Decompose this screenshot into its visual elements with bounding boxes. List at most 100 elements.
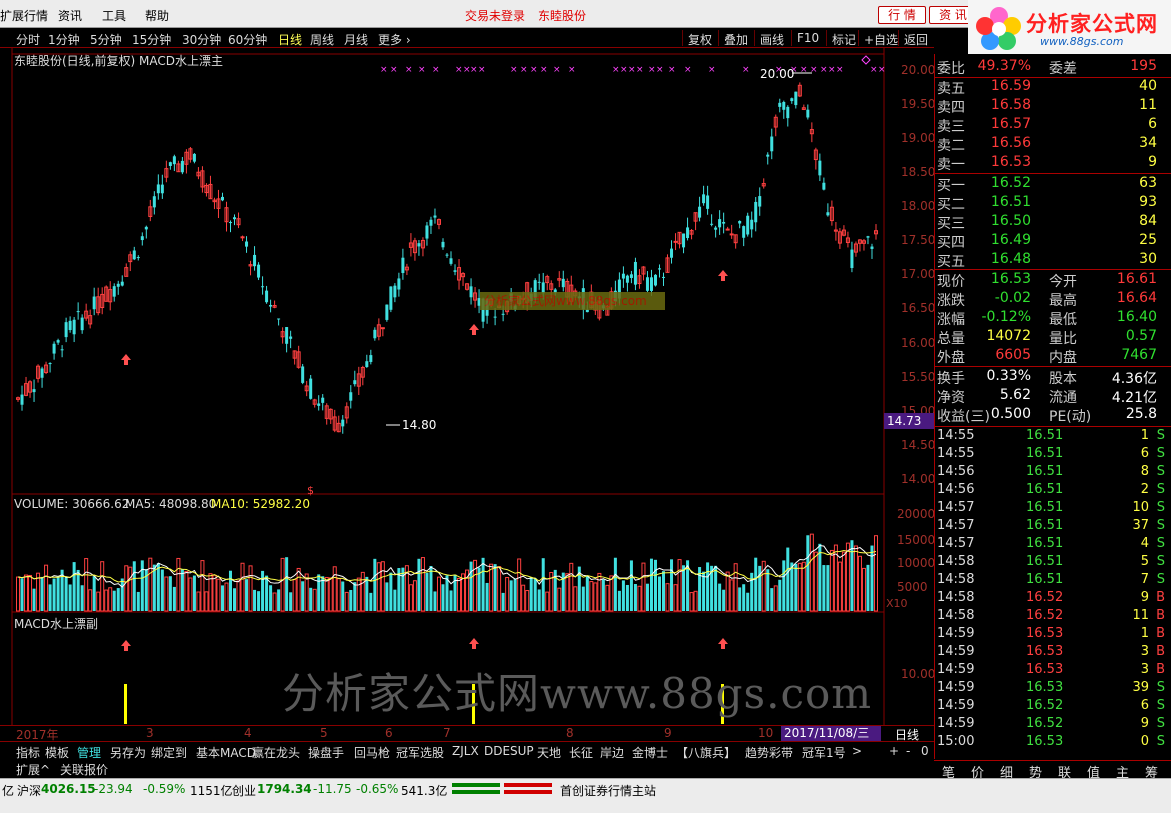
bid-1-label: 买一 — [937, 178, 965, 194]
indicator-tab-7[interactable]: 操盘手 — [308, 744, 344, 761]
sh-index-label[interactable]: 沪深 — [17, 782, 41, 799]
tick-time: 14:58 — [937, 590, 975, 605]
volume-bar — [657, 576, 661, 611]
indicator-tab-13[interactable]: 天地 — [537, 744, 561, 761]
indicator-tab-3[interactable]: 另存为 — [110, 744, 146, 761]
indicator-tab-16[interactable]: 金博士 — [632, 744, 668, 761]
volume-bar — [689, 592, 694, 612]
indicator-tab-0[interactable]: 指标 — [16, 744, 40, 761]
volume-bar — [809, 533, 814, 612]
menu-extended-quotes[interactable]: 扩展行情 — [0, 7, 48, 24]
volume-bar — [104, 589, 109, 612]
candle-body — [449, 258, 453, 264]
volume-bar — [425, 572, 429, 611]
quote-row[interactable]: 买五 16.48 30 — [935, 251, 1171, 270]
period-6[interactable]: 日线 — [278, 31, 302, 48]
candle-body — [537, 281, 541, 283]
indicator-tab-23[interactable]: 0 — [921, 744, 929, 758]
volume-bar — [84, 558, 89, 612]
quote-row[interactable]: 买四 16.49 25 — [935, 232, 1171, 251]
quote-button[interactable]: 行 情 — [878, 6, 926, 24]
period-4[interactable]: 30分钟 — [182, 31, 221, 48]
menu-help[interactable]: 帮助 — [145, 7, 169, 24]
indicator-tab-19[interactable]: 冠军1号 — [802, 744, 846, 761]
macd-axis-label: 10.00 — [901, 667, 936, 681]
volume-bar — [589, 581, 594, 612]
toolbar-tool-5[interactable]: +自选 — [864, 31, 898, 48]
quote-row[interactable]: 卖一 16.53 9 — [935, 154, 1171, 173]
volume-bar — [140, 560, 144, 611]
period-7[interactable]: 周线 — [310, 31, 334, 48]
period-2[interactable]: 5分钟 — [90, 31, 122, 48]
volume-bar — [841, 551, 846, 612]
signal-mark: × — [742, 65, 750, 75]
extension-toggle[interactable]: 扩展^ — [16, 761, 50, 778]
signal-mark: × — [553, 65, 561, 75]
indicator-tab-2[interactable]: 管理 — [77, 744, 101, 761]
candle-body — [40, 368, 44, 378]
kline-chart-area[interactable]: × × × × × × × × × × × × × × × × × × × × × × × × × × × × × × × × × ×$ — [0, 48, 934, 741]
toolbar-tool-3[interactable]: F10 — [797, 31, 819, 45]
period-0[interactable]: 分时 — [16, 31, 40, 48]
volume-bar — [621, 580, 625, 611]
quote-row[interactable]: 买三 16.50 84 — [935, 213, 1171, 232]
tick-volume: 9 — [1140, 590, 1149, 605]
period-1[interactable]: 1分钟 — [48, 31, 80, 48]
indicator-tab-15[interactable]: 岸边 — [600, 744, 624, 761]
toolbar-tool-6[interactable]: 返回 — [904, 31, 928, 48]
indicator-tab-18[interactable]: 趋势彩带 — [745, 744, 793, 761]
indicator-tab-9[interactable]: 冠军选股 — [396, 744, 444, 761]
quote-row[interactable]: 卖二 16.56 34 — [935, 135, 1171, 154]
toolbar-tool-4[interactable]: 标记 — [832, 31, 856, 48]
volume-bar — [292, 579, 297, 612]
indicator-tab-4[interactable]: 绑定到 — [151, 744, 187, 761]
fund-label2: 股本 — [1049, 371, 1077, 387]
related-quotes-tab[interactable]: 关联报价 — [60, 761, 108, 778]
indicator-tab-21[interactable]: + — [889, 744, 899, 758]
period-5[interactable]: 60分钟 — [228, 31, 267, 48]
candle-body — [269, 304, 273, 307]
period-9[interactable]: 更多 › — [378, 31, 411, 48]
period-8[interactable]: 月线 — [344, 31, 368, 48]
indicator-tab-1[interactable]: 模板 — [45, 744, 69, 761]
login-status[interactable]: 交易未登录 — [465, 7, 525, 24]
toolbar-tool-0[interactable]: 复权 — [688, 31, 712, 48]
quote-row[interactable]: 卖四 16.58 11 — [935, 97, 1171, 116]
candle-body — [349, 392, 353, 401]
toolbar-tool-1[interactable]: 叠加 — [724, 31, 748, 48]
volume-bar — [120, 578, 124, 611]
quote-row[interactable]: 卖三 16.57 6 — [935, 116, 1171, 135]
indicator-tab-6[interactable]: 赢在龙头 — [252, 744, 300, 761]
indicator-tab-11[interactable]: DDE — [484, 744, 510, 758]
volume-bar — [529, 577, 533, 611]
indicator-tab-17[interactable]: 【八旗兵】 — [676, 744, 736, 761]
volume-bar — [280, 557, 285, 612]
indicator-tab-20[interactable]: > — [852, 744, 862, 758]
stat-value: -0.02 — [994, 290, 1031, 306]
quote-row[interactable]: 买一 16.52 63 — [935, 175, 1171, 194]
indicator-tab-8[interactable]: 回马枪 — [354, 744, 390, 761]
volume-bar — [36, 572, 41, 612]
tick-price: 16.51 — [1026, 572, 1064, 587]
menu-news[interactable]: 资讯 — [58, 7, 82, 24]
cy-index-label[interactable]: 创业 — [232, 782, 256, 799]
volume-bar — [289, 592, 293, 611]
indicator-tab-22[interactable]: - — [906, 744, 910, 758]
toolbar-tool-2[interactable]: 画线 — [760, 31, 784, 48]
indicator-tab-10[interactable]: ZJLX — [452, 744, 479, 758]
quote-row[interactable]: 买二 16.51 93 — [935, 194, 1171, 213]
menu-tools[interactable]: 工具 — [102, 7, 126, 24]
stat-value: -0.12% — [981, 309, 1031, 325]
tick-side: B — [1156, 590, 1165, 605]
period-3[interactable]: 15分钟 — [132, 31, 171, 48]
quote-row[interactable]: 卖五 16.59 40 — [935, 78, 1171, 97]
tick-price: 16.52 — [1026, 698, 1064, 713]
price-axis-label: 16.00 — [901, 336, 936, 350]
indicator-tab-12[interactable]: SUP — [510, 744, 534, 758]
fund-value: 0.33% — [986, 368, 1031, 384]
volume-bar — [369, 592, 373, 611]
candle-body — [714, 227, 718, 230]
candle-body — [766, 154, 770, 157]
indicator-tab-5[interactable]: 基本MACD — [196, 744, 256, 761]
indicator-tab-14[interactable]: 长征 — [569, 744, 593, 761]
